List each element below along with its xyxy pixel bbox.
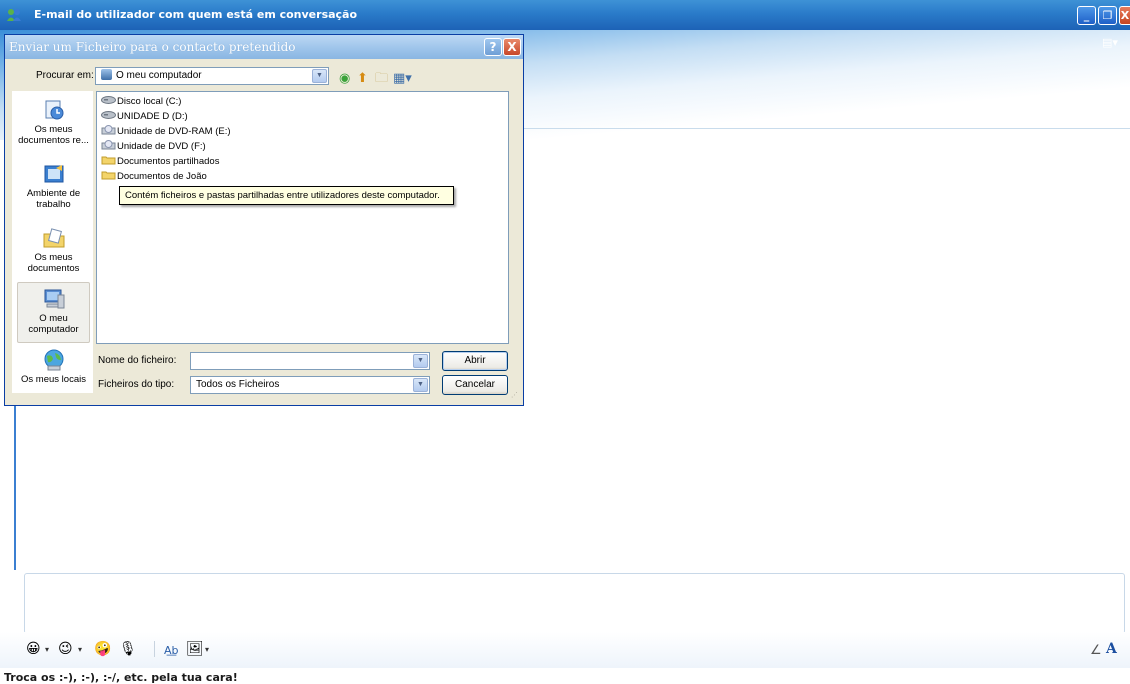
filetype-dropdown-icon[interactable]: ▼ [413,378,428,392]
places-bar: Os meus documentos re... Ambiente de tra… [12,91,93,393]
filename-dropdown-icon[interactable]: ▼ [413,354,428,368]
status-message: Troca os :-), :-), :-/, etc. pela tua ca… [4,671,238,684]
message-input[interactable] [24,573,1125,634]
look-in-dropdown-icon[interactable]: ▼ [312,69,327,83]
back-icon[interactable]: ◉ [339,72,350,86]
look-in-select[interactable]: O meu computador ▼ [95,67,329,85]
recent-documents-icon [45,100,63,120]
background-dropdown-icon[interactable]: ▾ [205,645,209,654]
wink-dropdown-icon[interactable]: ▾ [78,645,82,654]
place-label: Os meus locais [21,374,86,385]
my-documents-icon [43,228,64,248]
up-folder-icon[interactable]: ⬆ [357,72,368,86]
list-item[interactable]: Unidade de DVD (F:) [101,140,206,153]
desktop-icon [44,165,63,183]
toolbar-separator [154,641,155,657]
look-in-label: Procurar em: [36,70,94,81]
filetype-value: Todos os Ficheiros [196,379,280,390]
place-my-computer[interactable]: O meu computador [17,282,90,343]
hard-drive-icon [101,111,116,119]
open-button[interactable]: Abrir [442,351,508,371]
list-item[interactable]: Unidade de DVD-RAM (E:) [101,125,231,138]
place-label: O meu computador [28,313,79,335]
new-folder-icon[interactable]: 🗀 [375,72,388,86]
my-computer-icon [44,289,64,309]
handwriting-icon[interactable]: ∠ [1090,643,1102,658]
file-name: Unidade de DVD-RAM (E:) [117,126,231,137]
main-window-title: E-mail do utilizador com quem está em co… [34,8,358,21]
place-recent-documents[interactable]: Os meus documentos re... [17,98,90,146]
file-name: Unidade de DVD (F:) [117,141,206,152]
dvd-drive-icon [101,140,116,150]
menu-options-icon[interactable]: ▤▾ [1102,36,1118,49]
cancel-button[interactable]: Cancelar [442,375,508,395]
close-dialog-button[interactable]: X [503,38,521,56]
minimize-button[interactable]: _ [1077,6,1096,25]
folder-icon [101,156,116,165]
place-network[interactable]: Os meus locais [17,348,90,385]
list-item[interactable]: Disco local (C:) [101,95,181,108]
messenger-icon [7,9,21,21]
background-icon[interactable]: 🖼 [186,640,204,658]
filetype-select[interactable]: Todos os Ficheiros ▼ [190,376,430,394]
list-item[interactable]: Documentos de João [101,170,207,183]
file-list[interactable]: Disco local (C:) UNIDADE D (D:) Unidade … [96,91,509,344]
dialog-titlebar[interactable]: Enviar um Ficheiro para o contacto prete… [5,35,523,59]
emoticon-icon[interactable]: 😀 [26,640,41,658]
look-in-value: O meu computador [116,70,202,81]
change-font-icon[interactable]: A͟b [164,642,179,660]
list-item[interactable]: UNIDADE D (D:) [101,110,188,123]
font-style-icon[interactable]: A [1106,641,1117,657]
file-name: Documentos de João [117,171,207,182]
file-name: Disco local (C:) [117,96,182,107]
close-window-button[interactable]: X [1119,6,1130,25]
maximize-button[interactable]: ❐ [1098,6,1117,25]
help-button[interactable]: ? [484,38,502,56]
nudge-icon[interactable]: 🤪 [94,640,111,658]
place-my-documents[interactable]: Os meus documentos [17,226,90,274]
send-file-dialog: Enviar um Ficheiro para o contacto prete… [4,34,524,406]
place-label: Os meus documentos [27,252,80,274]
resize-grip-icon[interactable]: ⋰ [511,391,518,399]
computer-small-icon [101,69,112,80]
view-menu-icon[interactable]: ▦▾ [393,72,412,86]
file-name: Documentos partilhados [117,156,220,167]
banner-divider [515,128,1130,129]
hard-drive-icon [101,96,116,104]
place-label: Ambiente de trabalho [26,188,81,210]
dvd-drive-icon [101,125,116,135]
list-item[interactable]: Documentos partilhados [101,155,219,168]
voice-clip-icon[interactable]: 🎙 [119,640,137,658]
wink-icon[interactable]: 😉 [58,640,73,658]
place-desktop[interactable]: Ambiente de trabalho [17,162,90,210]
network-places-icon [44,349,63,371]
file-name: UNIDADE D (D:) [117,111,188,122]
filename-label: Nome do ficheiro: [98,355,177,366]
conversation-left-border [14,405,16,570]
main-titlebar[interactable]: E-mail do utilizador com quem está em co… [0,0,1130,30]
place-label: Os meus documentos re... [18,124,89,146]
folder-icon [101,171,116,180]
filetype-label: Ficheiros do tipo: [98,379,175,390]
filename-input[interactable]: ▼ [190,352,430,370]
dialog-title: Enviar um Ficheiro para o contacto prete… [9,40,296,54]
folder-tooltip: Contém ficheiros e pastas partilhadas en… [119,186,454,205]
emoticon-dropdown-icon[interactable]: ▾ [45,645,49,654]
